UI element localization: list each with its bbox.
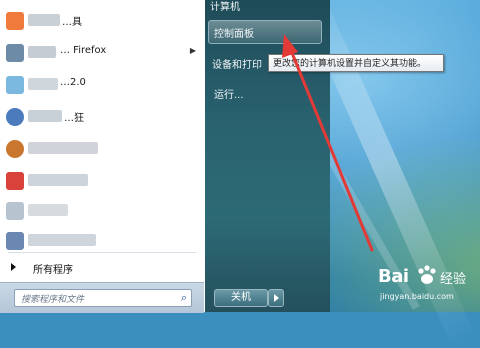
program-icon (6, 108, 24, 126)
program-icon (6, 172, 24, 190)
program-icon (6, 202, 24, 220)
program-item[interactable]: …具 (0, 6, 200, 34)
program-item[interactable]: …2.0 (0, 70, 200, 98)
watermark-logo-text-2: 经验 (440, 272, 467, 287)
program-item[interactable] (0, 166, 200, 194)
blurred-label (28, 174, 88, 186)
menu-divider (8, 252, 196, 253)
paw-icon (418, 265, 436, 284)
program-label: … Firefox (60, 45, 107, 56)
control-panel-tooltip: 更改您的计算机设置并自定义其功能。 (268, 54, 444, 72)
program-icon (6, 232, 24, 250)
search-placeholder: 搜索程序和文件 (21, 295, 85, 305)
blurred-label (28, 142, 98, 154)
blurred-label (28, 14, 60, 26)
blurred-label (28, 110, 62, 122)
program-item[interactable] (0, 226, 200, 254)
search-icon[interactable]: ⌕ (181, 291, 187, 305)
start-menu-programs-pane: …具 … Firefox ▶ …2.0 …狂 所有程序 搜索程序和文件 ⌕ (0, 0, 206, 313)
watermark-logo-text: Bai (378, 266, 409, 287)
submenu-arrow-icon: ▶ (189, 46, 196, 55)
shutdown-options-button[interactable] (268, 289, 284, 307)
search-input[interactable]: 搜索程序和文件 ⌕ (14, 289, 192, 307)
program-label: …2.0 (60, 77, 86, 88)
start-menu: …具 … Firefox ▶ …2.0 …狂 所有程序 搜索程序和文件 ⌕ 计算… (0, 0, 330, 313)
start-menu-places-pane (205, 0, 330, 312)
all-programs-label: 所有程序 (33, 265, 73, 276)
blurred-label (28, 78, 58, 90)
devices-printers-link[interactable]: 设备和打印 (212, 56, 262, 71)
program-icon (6, 12, 24, 30)
program-icon (6, 76, 24, 94)
firefox-icon (6, 44, 24, 62)
computer-link[interactable]: 计算机 (210, 0, 240, 13)
blurred-label (28, 204, 68, 216)
program-label: …狂 (64, 113, 84, 124)
program-label: …具 (62, 17, 82, 28)
program-icon (6, 140, 24, 158)
run-link[interactable]: 运行... (214, 86, 244, 101)
blurred-label (28, 46, 56, 58)
program-item-firefox[interactable]: … Firefox ▶ (0, 38, 200, 66)
program-item[interactable] (0, 196, 200, 224)
program-item[interactable] (0, 134, 200, 162)
watermark-url: jingyan.baidu.com (380, 292, 454, 301)
shutdown-button[interactable]: 关机 (214, 289, 268, 307)
expand-arrow-icon (11, 263, 16, 271)
blurred-label (28, 234, 96, 246)
all-programs-button[interactable]: 所有程序 (0, 258, 200, 278)
program-item[interactable]: …狂 (0, 102, 200, 130)
control-panel-link[interactable]: 控制面板 (214, 25, 254, 40)
baidu-jingyan-watermark: Bai 经验 jingyan.baidu.com (378, 262, 478, 308)
